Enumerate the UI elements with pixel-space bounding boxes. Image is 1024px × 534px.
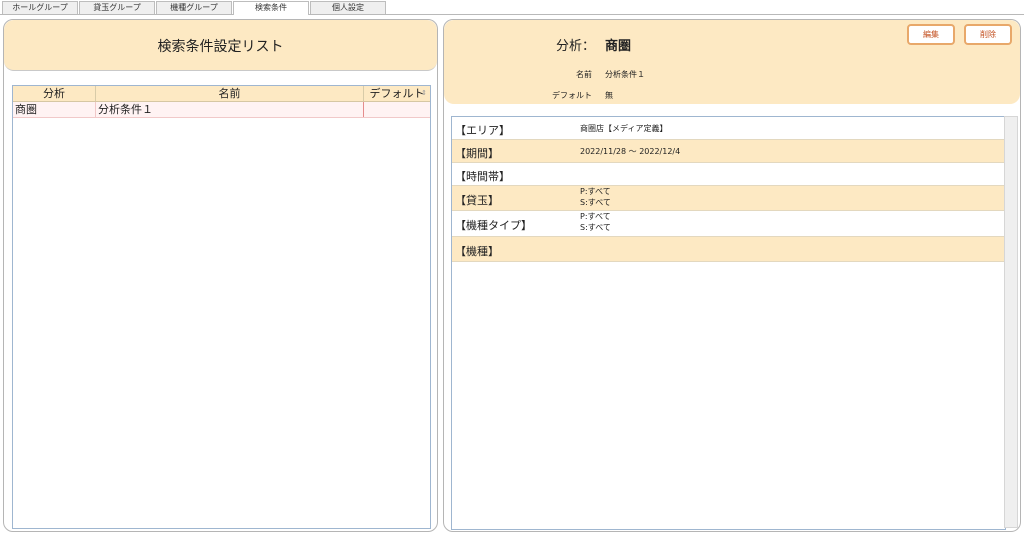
- detail-label-period: 【期間】: [455, 147, 499, 160]
- tab-personal-settings[interactable]: 個人設定: [310, 1, 386, 14]
- detail-row-time: 【時間帯】: [452, 163, 1005, 186]
- row-name: 分析条件１: [96, 102, 364, 117]
- detail-value-machine-type-p: P:すべて: [580, 212, 611, 221]
- detail-scrollbar[interactable]: [1004, 116, 1018, 528]
- tab-bar: ホールグループ 貸玉グループ 機種グループ 検索条件 個人設定: [0, 0, 1024, 15]
- detail-header: 分析： 商圏 名前 分析条件１ デフォルト 無 編集 削除: [444, 20, 1020, 104]
- detail-label-machine-type: 【機種タイプ】: [455, 219, 532, 232]
- column-header-bunseki[interactable]: 分析: [13, 86, 96, 101]
- bunseki-label: 分析：: [556, 39, 596, 54]
- detail-label-machine: 【機種】: [455, 245, 499, 258]
- delete-button[interactable]: 削除: [964, 24, 1012, 45]
- bunseki-value: 商圏: [605, 39, 632, 54]
- detail-list: 【エリア】 商圏店【メディア定義】 【期間】 2022/11/28 ～ 2022…: [451, 116, 1006, 530]
- column-header-default-label: デフォルト: [369, 87, 425, 100]
- condition-list[interactable]: 分析 名前 デフォルト ⇕ 商圏 分析条件１: [12, 85, 431, 529]
- detail-label-time: 【時間帯】: [455, 170, 510, 183]
- default-value: 無: [605, 91, 613, 100]
- detail-row-lending: 【貸玉】 P:すべて S:すべて: [452, 186, 1005, 211]
- row-bunseki: 商圏: [13, 102, 96, 117]
- condition-detail-panel: 分析： 商圏 名前 分析条件１ デフォルト 無 編集 削除 【エリア】 商圏店【…: [443, 19, 1021, 532]
- list-title: 検索条件設定リスト: [157, 39, 284, 55]
- tab-machine-group[interactable]: 機種グループ: [156, 1, 232, 14]
- sort-icon: ⇕: [421, 89, 427, 97]
- detail-row-area: 【エリア】 商圏店【メディア定義】: [452, 117, 1005, 140]
- name-value: 分析条件１: [605, 70, 645, 79]
- tab-lending-group[interactable]: 貸玉グループ: [79, 1, 155, 14]
- detail-row-machine: 【機種】: [452, 237, 1005, 262]
- detail-label-lending: 【貸玉】: [455, 194, 499, 207]
- column-header-default[interactable]: デフォルト ⇕: [364, 86, 430, 101]
- row-default: [364, 102, 430, 117]
- list-header: 検索条件設定リスト: [4, 20, 437, 71]
- detail-row-machine-type: 【機種タイプ】 P:すべて S:すべて: [452, 211, 1005, 237]
- detail-label-area: 【エリア】: [455, 124, 510, 137]
- detail-row-period: 【期間】 2022/11/28 ～ 2022/12/4: [452, 140, 1005, 163]
- condition-list-panel: 検索条件設定リスト 分析 名前 デフォルト ⇕ 商圏 分析条件１: [3, 19, 438, 532]
- tab-hall-group[interactable]: ホールグループ: [2, 1, 78, 14]
- detail-value-area: 商圏店【メディア定義】: [580, 124, 668, 133]
- detail-value-lending-s: S:すべて: [580, 198, 611, 207]
- column-header-name[interactable]: 名前: [96, 86, 364, 101]
- name-label: 名前: [576, 70, 592, 79]
- detail-value-machine-type-s: S:すべて: [580, 223, 611, 232]
- table-row[interactable]: 商圏 分析条件１: [13, 102, 430, 118]
- detail-value-lending-p: P:すべて: [580, 187, 611, 196]
- detail-value-period: 2022/11/28 ～ 2022/12/4: [580, 147, 681, 156]
- edit-button[interactable]: 編集: [907, 24, 955, 45]
- tab-search-conditions[interactable]: 検索条件: [233, 1, 309, 15]
- default-label: デフォルト: [552, 91, 592, 100]
- list-column-headers: 分析 名前 デフォルト ⇕: [13, 86, 430, 102]
